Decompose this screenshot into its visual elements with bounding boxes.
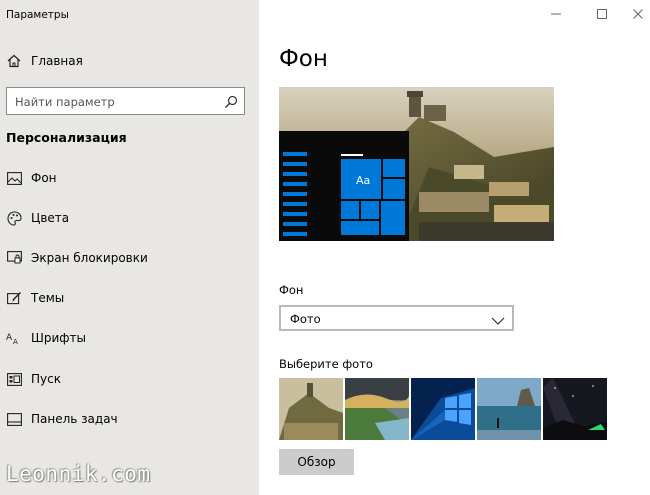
sidebar-item-label: Шрифты xyxy=(31,331,86,345)
sidebar-item-label: Панель задач xyxy=(31,412,118,426)
photo-thumbnail-castle[interactable] xyxy=(279,378,343,440)
preview-tile-text: Aa xyxy=(356,174,371,187)
desktop-preview: Aa xyxy=(279,87,554,241)
select-value: Фото xyxy=(290,312,321,326)
page-title: Фон xyxy=(279,46,328,72)
search-icon[interactable] xyxy=(224,94,238,108)
sidebar-item-lock-screen[interactable]: Экран блокировки xyxy=(0,243,259,273)
picture-icon xyxy=(6,170,22,186)
watermark: Leonnik.com xyxy=(6,462,151,486)
sidebar-item-label: Темы xyxy=(31,291,65,305)
photo-thumbnail-windows[interactable] xyxy=(411,378,475,440)
svg-text:A: A xyxy=(13,338,18,345)
background-type-select[interactable]: Фото xyxy=(279,305,514,331)
photo-thumbnail-beach[interactable] xyxy=(477,378,541,440)
sidebar-item-themes[interactable]: Темы xyxy=(0,283,259,313)
sidebar-item-label: Пуск xyxy=(31,372,61,386)
palette-icon xyxy=(6,210,22,226)
sidebar-item-background[interactable]: Фон xyxy=(0,163,259,193)
sidebar-item-label: Главная xyxy=(31,54,83,68)
taskbar-icon xyxy=(6,411,22,427)
minimize-icon[interactable] xyxy=(546,6,566,22)
maximize-icon[interactable] xyxy=(592,6,612,22)
sidebar-item-fonts[interactable]: AA Шрифты xyxy=(0,323,259,353)
browse-button[interactable]: Обзор xyxy=(279,449,354,475)
sidebar-item-label: Фон xyxy=(31,171,57,185)
close-icon[interactable] xyxy=(628,6,648,22)
svg-text:A: A xyxy=(6,333,13,343)
background-label: Фон xyxy=(279,283,304,297)
search-box[interactable] xyxy=(6,87,245,115)
sidebar-item-label: Экран блокировки xyxy=(31,251,148,265)
sidebar-item-taskbar[interactable]: Панель задач xyxy=(0,404,259,434)
sidebar-item-start[interactable]: Пуск xyxy=(0,364,259,394)
sidebar: Параметры Главная Персонализация Фон Цве… xyxy=(0,0,259,495)
chevron-down-icon xyxy=(491,312,505,325)
main-content: Фон Aa Фон Фото Выберите фото Обзор xyxy=(259,0,650,495)
sidebar-item-label: Цвета xyxy=(31,211,70,225)
choose-photo-label: Выберите фото xyxy=(279,357,373,371)
home-icon xyxy=(6,53,22,69)
photo-thumbnail-night-sky[interactable] xyxy=(543,378,607,440)
themes-icon xyxy=(6,290,22,306)
search-input[interactable] xyxy=(15,93,215,110)
sidebar-item-home[interactable]: Главная xyxy=(0,46,259,76)
window-title: Параметры xyxy=(6,9,69,21)
lock-screen-icon xyxy=(6,250,22,266)
section-title: Персонализация xyxy=(6,130,127,145)
fonts-icon: AA xyxy=(6,330,22,346)
sidebar-item-colors[interactable]: Цвета xyxy=(0,203,259,233)
photo-thumbnail-coast[interactable] xyxy=(345,378,409,440)
start-icon xyxy=(6,371,22,387)
